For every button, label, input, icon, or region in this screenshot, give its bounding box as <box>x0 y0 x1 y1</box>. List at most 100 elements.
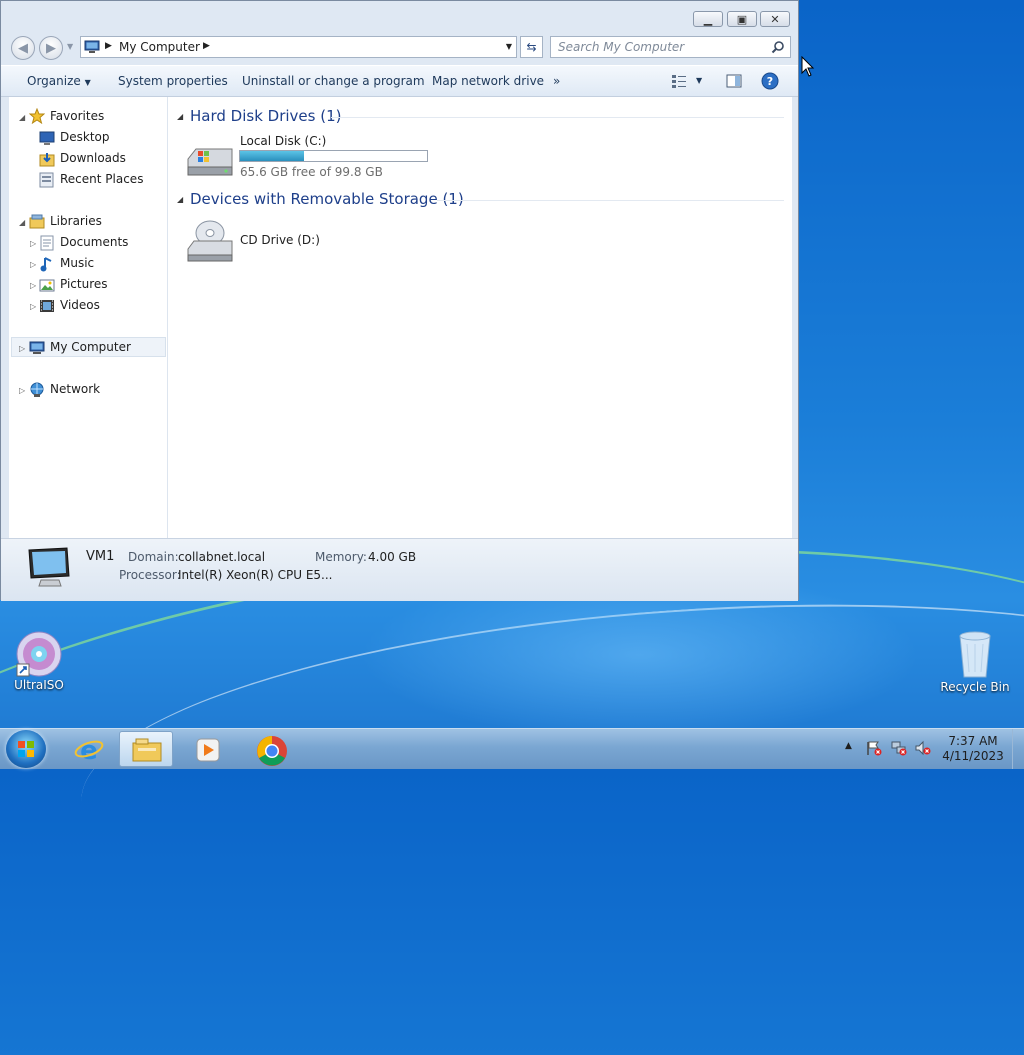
taskbar-chrome[interactable] <box>246 731 300 767</box>
map-network-drive-button[interactable]: Map network drive <box>432 74 544 88</box>
action-center-flag-icon[interactable] <box>866 740 882 756</box>
collapse-group-icon[interactable]: ◢ <box>177 195 183 204</box>
group-divider <box>331 117 784 118</box>
content-pane <box>168 97 792 538</box>
title-bar[interactable]: ▁ ▣ ✕ <box>1 1 798 33</box>
change-view-icon[interactable] <box>671 74 687 88</box>
downloads-icon <box>39 153 55 167</box>
maximize-button[interactable]: ▣ <box>727 11 757 27</box>
expand-icon[interactable]: ▷ <box>30 281 36 290</box>
expand-collapse-icon[interactable]: ◢ <box>19 218 25 227</box>
breadcrumb-separator-icon[interactable]: ▶ <box>105 41 112 51</box>
view-options-dropdown-icon[interactable]: ▼ <box>696 76 702 85</box>
expand-icon[interactable]: ▷ <box>30 239 36 248</box>
taskbar-windows-explorer[interactable] <box>119 731 173 767</box>
forward-arrow-icon: ▶ <box>46 40 56 56</box>
expand-icon[interactable]: ▷ <box>30 260 36 269</box>
windows-logo-icon <box>18 741 34 757</box>
search-placeholder: Search My Computer <box>558 40 685 54</box>
sidebar-item-downloads[interactable]: Downloads <box>60 151 126 165</box>
svg-text:e: e <box>80 736 98 763</box>
expand-icon[interactable]: ▷ <box>19 344 25 353</box>
drive-name-cd-drive[interactable]: CD Drive (D:) <box>240 233 320 247</box>
computer-icon <box>84 40 100 53</box>
memory-value: 4.00 GB <box>368 550 417 564</box>
domain-value: collabnet.local <box>178 550 266 564</box>
svg-text:?: ? <box>767 75 773 88</box>
close-button[interactable]: ✕ <box>760 11 790 27</box>
show-hidden-icons-button[interactable]: ▲ <box>845 741 852 751</box>
cd-drive-icon[interactable] <box>186 219 234 263</box>
navigation-bar: ◀ ▶ ▼ ▶ My Computer ▶ ▼ ⇆ Search My Comp… <box>1 33 798 63</box>
sidebar-item-my-computer[interactable]: My Computer <box>50 340 131 354</box>
network-icon <box>30 382 44 397</box>
more-commands-button[interactable]: » <box>553 74 560 88</box>
collapse-group-icon[interactable]: ◢ <box>177 112 183 121</box>
preview-pane-icon[interactable] <box>726 74 742 88</box>
network-status-icon[interactable] <box>891 740 907 756</box>
recycle-bin-icon <box>959 631 991 678</box>
sidebar-item-videos[interactable]: Videos <box>60 298 100 312</box>
memory-label: Memory: <box>315 550 367 564</box>
breadcrumb-separator-icon[interactable]: ▶ <box>203 41 210 51</box>
search-icon <box>771 41 784 54</box>
sidebar-item-favorites[interactable]: Favorites <box>50 109 104 123</box>
disk-usage-fill <box>240 151 305 161</box>
details-pane: VM1 Domain: collabnet.local Memory: 4.00… <box>1 538 798 601</box>
uninstall-program-button[interactable]: Uninstall or change a program <box>242 74 425 88</box>
taskbar-media-player[interactable] <box>180 731 234 767</box>
desktop-icon-ultraiso[interactable]: UltraISO <box>6 630 72 692</box>
local-disk-drive-icon[interactable] <box>186 141 234 179</box>
star-icon <box>29 108 45 124</box>
search-box[interactable]: Search My Computer <box>550 36 791 58</box>
videos-icon <box>40 300 54 312</box>
mouse-cursor-icon <box>801 56 815 77</box>
sidebar-item-music[interactable]: Music <box>60 256 94 270</box>
refresh-icon: ⇆ <box>526 40 537 54</box>
sidebar-item-desktop[interactable]: Desktop <box>60 130 110 144</box>
computer-icon <box>29 341 45 354</box>
drive-name-local-disk[interactable]: Local Disk (C:) <box>240 134 326 148</box>
desktop-icon-label: Recycle Bin <box>940 680 1010 694</box>
help-icon[interactable]: ? <box>761 72 779 90</box>
desktop-icon-recycle-bin[interactable]: Recycle Bin <box>940 630 1010 694</box>
volume-muted-icon[interactable] <box>915 740 931 756</box>
start-button[interactable] <box>6 730 46 768</box>
sidebar-item-documents[interactable]: Documents <box>60 235 128 249</box>
maximize-icon: ▣ <box>736 12 748 26</box>
system-properties-button[interactable]: System properties <box>118 74 228 88</box>
group-divider <box>437 200 784 201</box>
refresh-button[interactable]: ⇆ <box>520 36 543 58</box>
sidebar-item-pictures[interactable]: Pictures <box>60 277 108 291</box>
expand-icon[interactable]: ▷ <box>30 302 36 311</box>
processor-label: Processor: <box>119 568 181 582</box>
chrome-icon <box>257 736 287 766</box>
explorer-window: ▁ ▣ ✕ ◀ ▶ ▼ ▶ My Computer ▶ ▼ ⇆ Search M… <box>0 0 799 601</box>
back-button[interactable]: ◀ <box>11 36 35 60</box>
breadcrumb-location[interactable]: My Computer <box>119 40 200 54</box>
recent-pages-dropdown-icon[interactable]: ▼ <box>67 42 73 51</box>
forward-button[interactable]: ▶ <box>39 36 63 60</box>
internet-explorer-icon: e <box>74 736 104 763</box>
address-bar[interactable]: ▶ My Computer ▶ ▼ <box>80 36 517 58</box>
documents-icon <box>40 235 54 251</box>
group-header-hard-disk-drives[interactable]: Hard Disk Drives (1) <box>190 107 341 125</box>
system-clock[interactable]: 7:37 AM 4/11/2023 <box>941 734 1005 764</box>
disk-usage-bar <box>239 150 428 162</box>
desktop-icon <box>39 131 55 145</box>
organize-button[interactable]: Organize ▼ <box>27 74 91 88</box>
sidebar-item-network[interactable]: Network <box>50 382 100 396</box>
expand-collapse-icon[interactable]: ◢ <box>19 113 25 122</box>
command-bar: Organize ▼ System properties Uninstall o… <box>1 65 798 97</box>
group-header-removable-storage[interactable]: Devices with Removable Storage (1) <box>190 190 464 208</box>
minimize-icon: ▁ <box>703 12 713 26</box>
recent-places-icon <box>39 172 54 188</box>
address-history-dropdown-icon[interactable]: ▼ <box>506 42 512 51</box>
chevron-down-icon: ▼ <box>84 78 91 87</box>
taskbar-internet-explorer[interactable]: e <box>62 731 116 767</box>
sidebar-item-libraries[interactable]: Libraries <box>50 214 102 228</box>
minimize-button[interactable]: ▁ <box>693 11 723 27</box>
show-desktop-button[interactable] <box>1012 729 1024 769</box>
sidebar-item-recent-places[interactable]: Recent Places <box>60 172 143 186</box>
expand-icon[interactable]: ▷ <box>19 386 25 395</box>
